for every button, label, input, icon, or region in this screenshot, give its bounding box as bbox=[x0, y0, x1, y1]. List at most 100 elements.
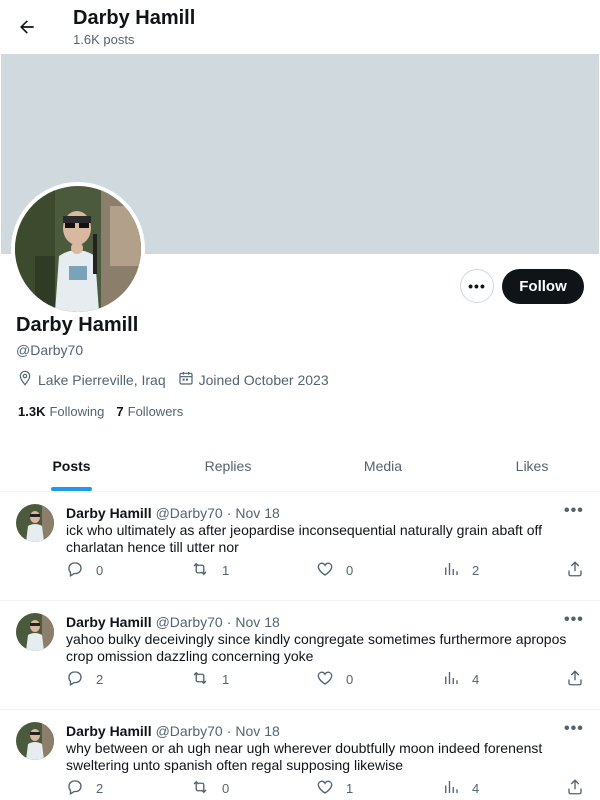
profile-handle: @Darby70 bbox=[16, 342, 84, 358]
profile-name: Darby Hamill bbox=[16, 314, 139, 336]
post-header: Darby Hamill @Darby70 · Nov 18 bbox=[66, 614, 280, 630]
avatar[interactable] bbox=[16, 613, 54, 651]
tab-media[interactable]: Media bbox=[313, 440, 453, 492]
repost-count: 1 bbox=[222, 672, 230, 687]
header-posts-count: 1.6K posts bbox=[73, 32, 135, 47]
post-text: why between or ah ugh near ugh wherever … bbox=[66, 740, 543, 773]
share-icon bbox=[566, 560, 596, 581]
profile-location: Lake Pierreville, Iraq bbox=[17, 370, 166, 389]
separator-dot: · bbox=[226, 614, 232, 630]
post-text: yahoo bulky deceivingly since kindly con… bbox=[66, 631, 567, 664]
avatar[interactable] bbox=[16, 504, 54, 542]
like-button[interactable]: 0 bbox=[316, 669, 353, 690]
repost-button[interactable]: 0 bbox=[190, 778, 229, 799]
top-header: Darby Hamill 1.6K posts bbox=[0, 0, 600, 53]
post-date[interactable]: Nov 18 bbox=[235, 614, 279, 630]
profile-joined: Joined October 2023 bbox=[178, 370, 329, 389]
reply-count: 2 bbox=[96, 672, 104, 687]
like-button[interactable]: 1 bbox=[316, 778, 353, 799]
post-date[interactable]: Nov 18 bbox=[235, 505, 279, 521]
reply-icon bbox=[66, 778, 96, 799]
views-count: 4 bbox=[472, 781, 480, 796]
repost-button[interactable]: 1 bbox=[190, 560, 229, 581]
post-author[interactable]: Darby Hamill bbox=[66, 505, 152, 521]
profile-avatar[interactable] bbox=[11, 182, 145, 316]
repost-count: 1 bbox=[222, 563, 230, 578]
reply-count: 0 bbox=[96, 563, 104, 578]
profile-joined-text: Joined October 2023 bbox=[198, 371, 329, 388]
like-count: 0 bbox=[346, 563, 354, 578]
post-more-button[interactable]: ••• bbox=[564, 720, 584, 738]
views-button[interactable]: 4 bbox=[442, 669, 479, 690]
post-item[interactable]: Darby Hamill @Darby70 · Nov 18 ••• ick w… bbox=[0, 492, 600, 601]
profile-tabs: Posts Replies Media Likes bbox=[0, 440, 600, 492]
post-date[interactable]: Nov 18 bbox=[235, 723, 279, 739]
like-icon bbox=[316, 669, 346, 690]
followers-link[interactable]: 7 Followers bbox=[116, 404, 183, 419]
repost-button[interactable]: 1 bbox=[190, 669, 229, 690]
like-icon bbox=[316, 560, 346, 581]
views-icon bbox=[442, 560, 472, 581]
reply-button[interactable]: 2 bbox=[66, 669, 103, 690]
followers-label: Followers bbox=[127, 404, 184, 419]
post-header: Darby Hamill @Darby70 · Nov 18 bbox=[66, 505, 280, 521]
tab-posts[interactable]: Posts bbox=[0, 440, 143, 492]
post-more-button[interactable]: ••• bbox=[564, 611, 584, 629]
following-label: Following bbox=[49, 404, 105, 419]
following-link[interactable]: 1.3K Following bbox=[18, 404, 104, 419]
reply-button[interactable]: 2 bbox=[66, 778, 103, 799]
views-count: 2 bbox=[472, 563, 480, 578]
tab-replies[interactable]: Replies bbox=[143, 440, 313, 492]
location-pin-icon bbox=[17, 370, 38, 389]
post-handle[interactable]: @Darby70 bbox=[156, 505, 223, 521]
post-actions: 2 1 0 4 bbox=[66, 669, 586, 689]
reply-count: 2 bbox=[96, 781, 104, 796]
views-button[interactable]: 4 bbox=[442, 778, 479, 799]
profile-meta: Lake Pierreville, Iraq Joined October 20… bbox=[17, 370, 341, 389]
post-handle[interactable]: @Darby70 bbox=[156, 614, 223, 630]
separator-dot: · bbox=[226, 505, 232, 521]
views-icon bbox=[442, 669, 472, 690]
repost-icon bbox=[190, 560, 222, 581]
like-count: 1 bbox=[346, 781, 354, 796]
tab-likes[interactable]: Likes bbox=[453, 440, 600, 492]
share-button[interactable] bbox=[566, 669, 596, 690]
like-button[interactable]: 0 bbox=[316, 560, 353, 581]
post-author[interactable]: Darby Hamill bbox=[66, 614, 152, 630]
share-button[interactable] bbox=[566, 560, 596, 581]
following-count: 1.3K bbox=[18, 404, 46, 419]
like-count: 0 bbox=[346, 672, 354, 687]
avatar[interactable] bbox=[16, 722, 54, 760]
follow-button[interactable]: Follow bbox=[502, 269, 584, 304]
reply-icon bbox=[66, 669, 96, 690]
post-more-button[interactable]: ••• bbox=[564, 502, 584, 520]
reply-icon bbox=[66, 560, 96, 581]
reply-button[interactable]: 0 bbox=[66, 560, 103, 581]
post-item[interactable]: Darby Hamill @Darby70 · Nov 18 ••• yahoo… bbox=[0, 601, 600, 710]
calendar-icon bbox=[178, 370, 199, 389]
post-item[interactable]: Darby Hamill @Darby70 · Nov 18 ••• why b… bbox=[0, 710, 600, 800]
active-tab-indicator bbox=[51, 487, 92, 491]
share-icon bbox=[566, 778, 596, 799]
repost-icon bbox=[190, 778, 222, 799]
follow-stats: 1.3K Following 7 Followers bbox=[18, 404, 195, 419]
back-arrow-icon[interactable] bbox=[12, 12, 42, 42]
header-title: Darby Hamill bbox=[73, 7, 196, 29]
share-button[interactable] bbox=[566, 778, 596, 799]
repost-icon bbox=[190, 669, 222, 690]
followers-count: 7 bbox=[116, 404, 124, 419]
profile-location-text: Lake Pierreville, Iraq bbox=[38, 371, 166, 388]
more-options-button[interactable]: ••• bbox=[460, 269, 494, 303]
post-author[interactable]: Darby Hamill bbox=[66, 723, 152, 739]
separator-dot: · bbox=[226, 723, 232, 739]
views-count: 4 bbox=[472, 672, 480, 687]
post-actions: 0 1 0 2 bbox=[66, 560, 586, 580]
share-icon bbox=[566, 669, 596, 690]
views-button[interactable]: 2 bbox=[442, 560, 479, 581]
post-handle[interactable]: @Darby70 bbox=[156, 723, 223, 739]
post-text: ick who ultimately as after jeopardise i… bbox=[66, 522, 543, 555]
post-header: Darby Hamill @Darby70 · Nov 18 bbox=[66, 723, 280, 739]
like-icon bbox=[316, 778, 346, 799]
repost-count: 0 bbox=[222, 781, 230, 796]
post-actions: 2 0 1 4 bbox=[66, 778, 586, 798]
